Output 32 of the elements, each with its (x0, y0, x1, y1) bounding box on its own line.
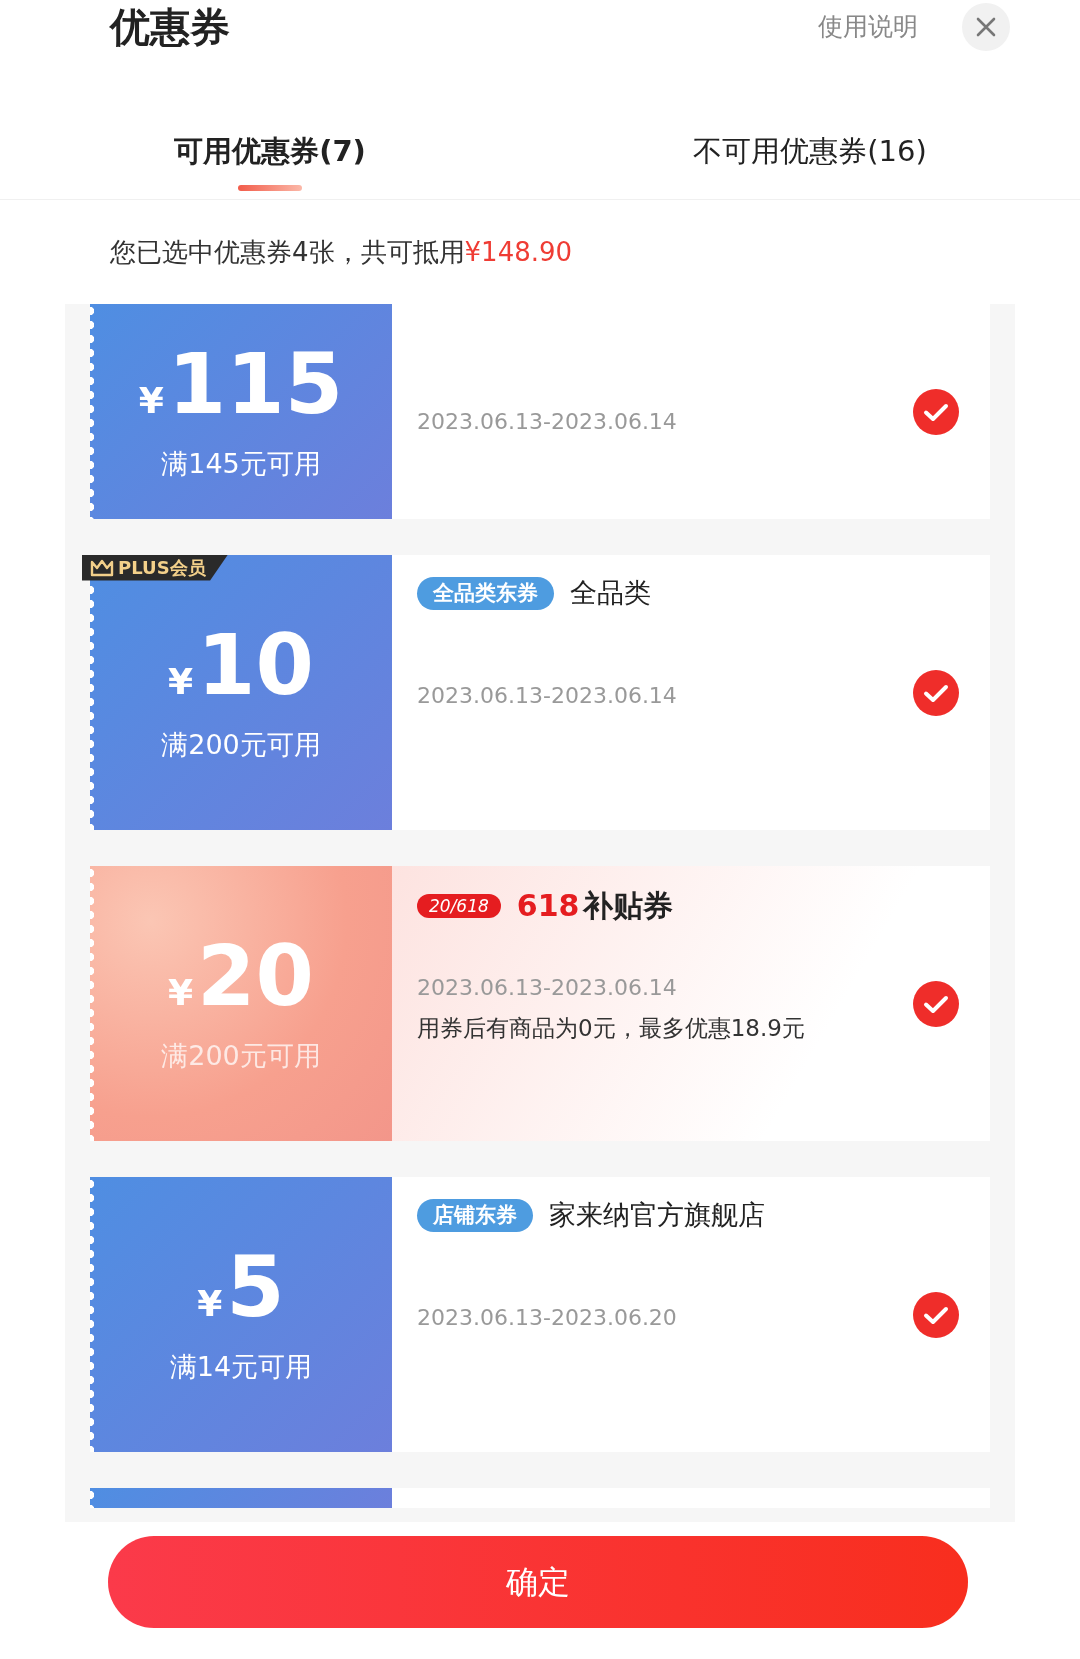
coupon-amount: 5 (226, 1245, 285, 1330)
tab[interactable]: 不可用优惠券(16) (540, 130, 1080, 199)
coupon-amount: 20 (197, 934, 314, 1019)
usage-condition: 满200元可用 (161, 1040, 321, 1073)
tab[interactable]: 可用优惠券(7) (0, 130, 540, 199)
validity-date: 2023.06.13-2023.06.14 (417, 409, 677, 436)
coupon-scope: 家来纳官方旗舰店 (549, 1199, 765, 1232)
currency-sign: ¥ (168, 975, 194, 1012)
coupon-amount: 10 (197, 623, 314, 708)
currency-sign: ¥ (138, 383, 164, 420)
discount-amount: ¥148.90 (464, 235, 573, 269)
usage-condition: 满145元可用 (161, 448, 321, 481)
usage-condition: 满14元可用 (169, 1351, 313, 1384)
page-title: 优惠券 (110, 3, 230, 52)
summary-text: 您已选中优惠券4张，共可抵用 (110, 235, 465, 269)
coupon-title: 补贴券 (583, 888, 674, 924)
confirm-button[interactable]: 确定 (108, 1536, 968, 1628)
validity-date: 2023.06.13-2023.06.14 (417, 974, 677, 1001)
coupon-tag: 店铺东券 (417, 1199, 533, 1233)
coupon-tag: 全品类东券 (417, 577, 554, 611)
coupon-title-number: 618 (516, 888, 580, 924)
ribbon-text: PLUS会员 (118, 557, 206, 579)
validity-date: 2023.06.13-2023.06.20 (417, 1304, 677, 1332)
currency-sign: ¥ (197, 1286, 223, 1323)
coupon-scope: 全品类 (570, 577, 651, 610)
validity-date: 2023.06.13-2023.06.14 (417, 682, 677, 710)
usage-condition: 满200元可用 (161, 729, 321, 762)
coupon-amount: 115 (167, 342, 344, 427)
coupon-note: 用券后有商品为0元，最多优惠18.9元 (417, 1014, 805, 1043)
currency-sign: ¥ (168, 664, 194, 701)
help-link[interactable]: 使用说明 (818, 8, 918, 46)
promo-badge: 20/618 (417, 893, 501, 919)
